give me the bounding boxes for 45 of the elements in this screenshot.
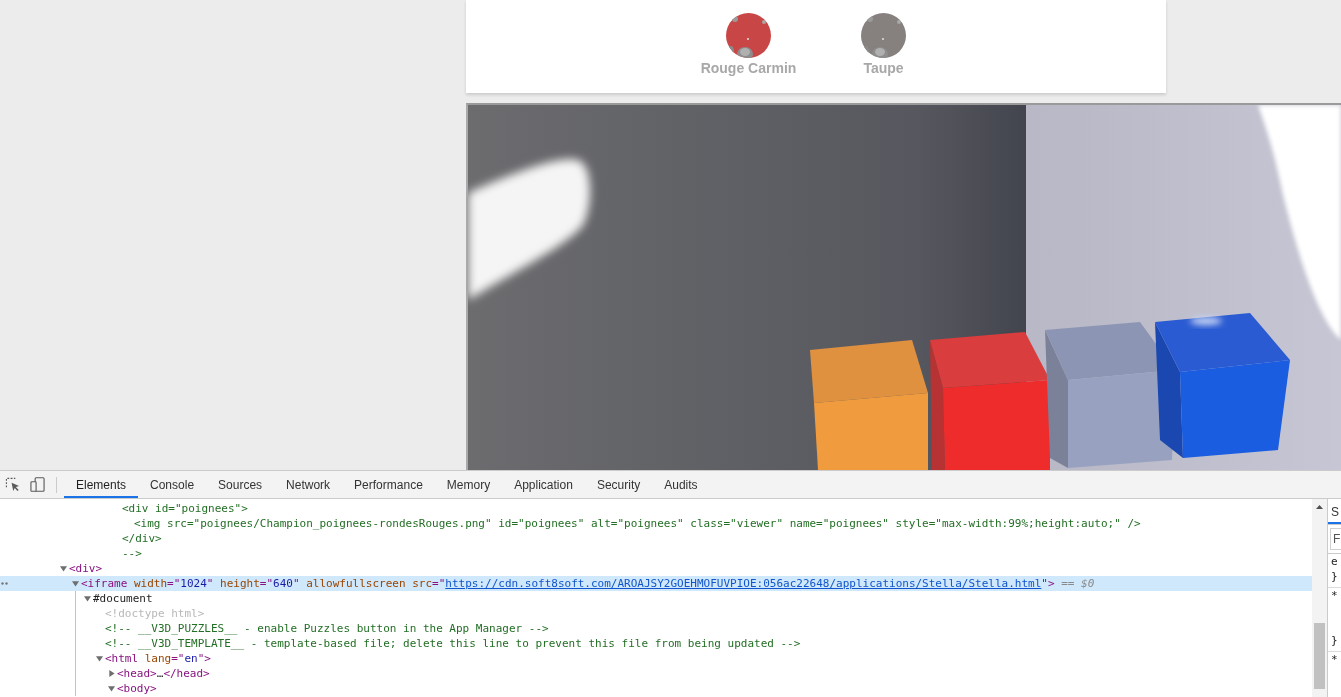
caret-down-icon[interactable] [60, 565, 67, 572]
arrow-up-icon[interactable] [1316, 505, 1323, 509]
scrollbar-thumb[interactable] [1314, 623, 1325, 689]
dom-tree-row[interactable]: <html lang="en"> [0, 651, 1312, 666]
rule-brace: } [1331, 633, 1338, 648]
ellipsis-icon[interactable] [1, 582, 8, 585]
devtools-tab[interactable]: Security [584, 471, 653, 498]
dom-tree-row[interactable]: #document [0, 591, 1312, 606]
inspect-icon[interactable] [5, 477, 20, 492]
scrollbar[interactable] [1312, 499, 1327, 697]
css-selector: * [1331, 588, 1338, 603]
dom-tree-row[interactable]: <!-- __V3D_PUZZLES__ - enable Puzzles button in the App Manager --> [0, 621, 1312, 636]
color-swatch-icon[interactable] [726, 13, 771, 58]
dom-tree-row[interactable]: <!-- __V3D_TEMPLATE__ - template-based file; delete this line to prevent this file from being updated --> [0, 636, 1312, 651]
devtools-tab[interactable]: Elements [64, 471, 139, 498]
dom-tree-row[interactable]: </div> [0, 531, 1312, 546]
dom-tree-row[interactable]: <div id="poignees"> [0, 501, 1312, 516]
swatch-label: Rouge Carmin [700, 60, 797, 76]
devtools-tab[interactable]: Performance [342, 471, 435, 498]
caret-down-icon[interactable] [72, 580, 79, 587]
caret-right-icon[interactable] [108, 670, 115, 677]
devices-icon[interactable] [30, 477, 45, 492]
color-swatch-icon[interactable] [861, 13, 906, 58]
dom-tree-row[interactable]: <img src="poignees/Champion_poignees-rondesRouges.png" id="poignees" alt="poignees" class="viewer" name="poignees" style="max-width:99%;height:auto;" /> [0, 516, 1312, 531]
devtools-tab[interactable]: Audits [652, 471, 710, 498]
rule-brace: } [1331, 569, 1338, 584]
url-link[interactable]: https://cdn.soft8soft.com/AROAJSY2GOEHMOFUVPIOE:056ac22648/applications/Stella/Stella.html [445, 577, 1042, 590]
dom-tree-row[interactable]: <iframe width="1024" height="640" allowfullscreen src="https://cdn.soft8soft.com/AROAJSY2GOEHMOFUVPIOE:056ac22648/applications/Stella/Stella.html"> == $0 [0, 576, 1312, 591]
css-selector: * [1331, 652, 1338, 667]
devtools-tab[interactable]: Network [274, 471, 343, 498]
filter-field[interactable]: F [1330, 528, 1341, 550]
styles-tab[interactable]: S [1328, 499, 1341, 524]
devtools-tab[interactable]: Console [138, 471, 207, 498]
devtools-tab[interactable]: Sources [206, 471, 275, 498]
devtools-tab[interactable]: Memory [434, 471, 503, 498]
dom-tree-row[interactable]: <div> [0, 561, 1312, 576]
dom-tree-row[interactable]: <body> [0, 681, 1312, 696]
caret-down-icon[interactable] [96, 655, 103, 662]
dom-tree-row[interactable]: <head>…</head> [0, 666, 1312, 681]
swatch-label: Taupe [863, 60, 904, 76]
caret-down-icon[interactable] [84, 595, 91, 602]
dom-tree-row[interactable]: --> [0, 546, 1312, 561]
devtools-tab[interactable]: Application [502, 471, 585, 498]
caret-down-icon[interactable] [108, 685, 115, 692]
css-selector: e [1331, 554, 1338, 569]
